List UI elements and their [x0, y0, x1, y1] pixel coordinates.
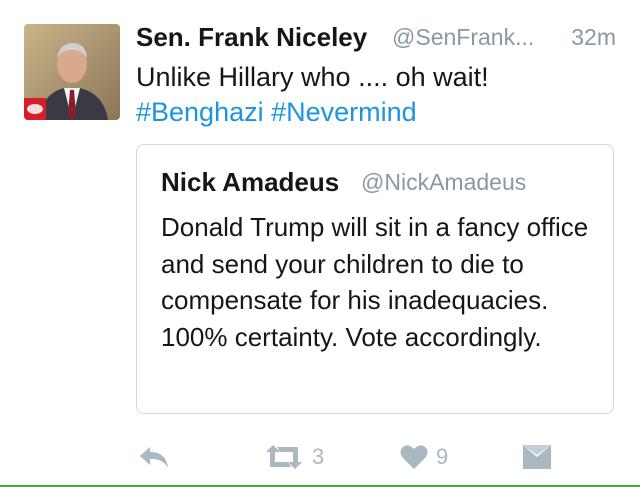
- reply-button[interactable]: [138, 442, 170, 472]
- quoted-author-name: Nick Amadeus: [161, 167, 340, 197]
- reply-icon: [140, 447, 168, 468]
- tweet-timestamp[interactable]: 32m: [571, 24, 616, 51]
- retweet-count: 3: [312, 444, 325, 469]
- author-name[interactable]: Sen. Frank Niceley: [136, 22, 367, 53]
- avatar-photo: [24, 24, 120, 120]
- direct-message-button[interactable]: [522, 442, 552, 472]
- quoted-tweet-text: Donald Trump will sit in a fancy office …: [161, 212, 589, 352]
- tweet-text-body: Unlike Hillary who .... oh wait!: [136, 62, 489, 92]
- quoted-tweet-card[interactable]: Nick Amadeus @NickAmadeus Donald Trump w…: [136, 144, 614, 414]
- hashtag-benghazi[interactable]: #Benghazi: [136, 97, 264, 127]
- heart-icon: [400, 445, 428, 469]
- retweet-icon: [266, 445, 302, 469]
- direct-message-icon: [523, 445, 551, 469]
- quoted-author-handle: @NickAmadeus: [361, 169, 527, 195]
- tweet-text: Unlike Hillary who .... oh wait! #Bengha…: [136, 60, 616, 130]
- hashtag-nevermind[interactable]: #Nevermind: [271, 97, 417, 127]
- like-button[interactable]: 9: [400, 442, 448, 472]
- author-handle[interactable]: @SenFrank...: [392, 24, 534, 51]
- like-count: 9: [436, 444, 449, 469]
- tweet-header: Sen. Frank Niceley @SenFrank... 32m: [136, 22, 616, 56]
- author-avatar[interactable]: [24, 24, 120, 120]
- retweet-button[interactable]: 3: [264, 442, 324, 472]
